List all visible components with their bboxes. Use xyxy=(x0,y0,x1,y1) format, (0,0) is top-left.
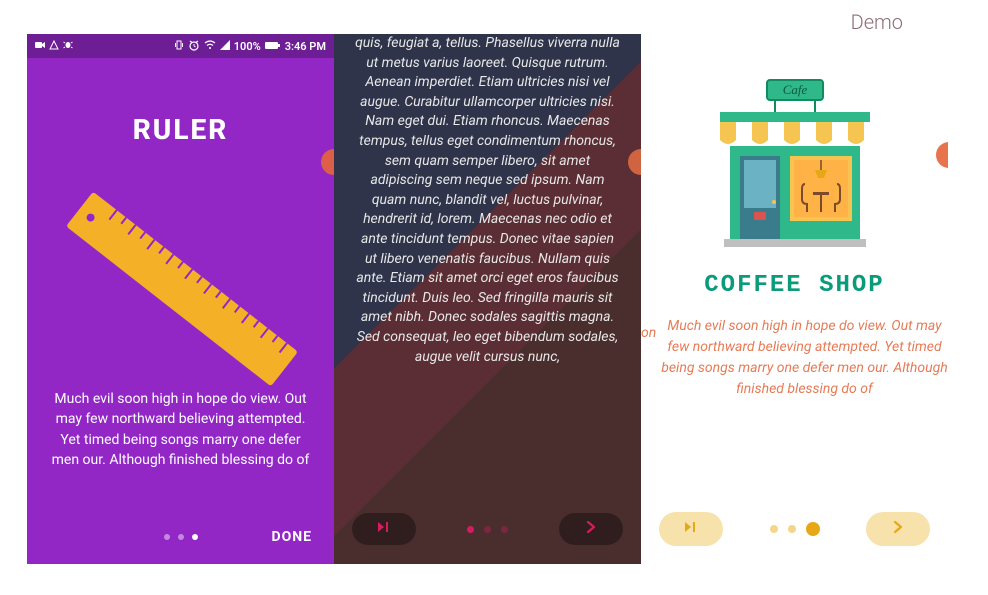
screen-lorem: quis, feugiat a, tellus. Phasellus viver… xyxy=(334,34,641,564)
signal-icon xyxy=(220,40,230,53)
screens-row: 100% 3:46 PM RULER xyxy=(27,34,948,564)
page-title: COFFEE SHOP xyxy=(641,272,948,299)
vibrate-icon xyxy=(174,40,184,53)
status-bar: 100% 3:46 PM xyxy=(27,34,334,58)
cafe-illustration: Cafe xyxy=(700,74,890,258)
edge-badge xyxy=(936,142,948,168)
next-button[interactable] xyxy=(559,513,623,545)
done-button[interactable]: DONE xyxy=(271,529,312,545)
onboarding-footer xyxy=(334,506,641,552)
page-dot[interactable] xyxy=(164,534,170,540)
chevron-right-icon xyxy=(892,520,904,538)
skip-button[interactable] xyxy=(352,513,416,545)
edge-badge xyxy=(321,149,334,175)
alarm-icon xyxy=(188,39,200,54)
page-indicator xyxy=(164,534,198,540)
status-time: 3:46 PM xyxy=(285,40,326,53)
wifi-icon xyxy=(204,40,216,53)
page-dot-active[interactable] xyxy=(467,526,474,533)
page-dot[interactable] xyxy=(178,534,184,540)
screen-ruler: 100% 3:46 PM RULER xyxy=(27,34,334,564)
page-description: Much evil soon high in hope do view. Out… xyxy=(656,316,948,400)
skip-forward-icon xyxy=(684,521,698,537)
status-right-icons: 100% 3:46 PM xyxy=(174,39,326,54)
screen-coffee-shop: Cafe xyxy=(641,34,948,564)
page-indicator xyxy=(467,526,508,533)
bug-icon xyxy=(63,40,73,53)
onboarding-footer: DONE xyxy=(27,515,334,559)
status-left-icons xyxy=(35,40,73,53)
next-button[interactable] xyxy=(866,512,930,546)
page-dot[interactable] xyxy=(484,526,491,533)
cell-icon xyxy=(49,40,59,53)
page-dot[interactable] xyxy=(770,525,778,533)
battery-percent: 100% xyxy=(234,40,261,53)
video-icon xyxy=(35,40,45,53)
cafe-sign-text: Cafe xyxy=(782,82,807,97)
chevron-right-icon xyxy=(585,520,597,538)
battery-icon xyxy=(265,40,281,53)
page-title: RULER xyxy=(27,113,334,146)
page-description: Much evil soon high in hope do view. Out… xyxy=(47,389,314,470)
skip-button[interactable] xyxy=(659,512,723,546)
page-dot[interactable] xyxy=(501,526,508,533)
demo-label: Demo xyxy=(851,10,903,34)
page-dot-active[interactable] xyxy=(806,522,820,536)
page-body-text: quis, feugiat a, tellus. Phasellus viver… xyxy=(354,34,621,367)
skip-forward-icon xyxy=(377,521,391,537)
ruler-icon xyxy=(52,189,312,389)
page-dot-active[interactable] xyxy=(192,534,198,540)
page-dot[interactable] xyxy=(788,525,796,533)
onboarding-footer xyxy=(641,506,948,552)
prev-slide-text-stub: on xyxy=(641,325,656,341)
page-indicator xyxy=(770,522,820,536)
